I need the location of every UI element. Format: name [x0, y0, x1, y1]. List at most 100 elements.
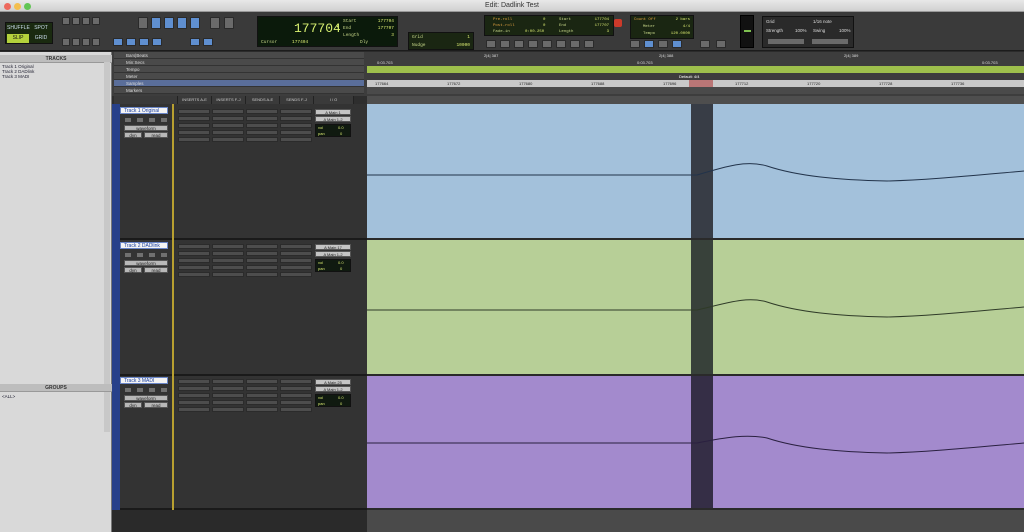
meter-lane[interactable]: Default: 4/4 [367, 73, 1024, 80]
sel-start-value[interactable]: 177704 [378, 19, 394, 24]
insert-slot[interactable] [212, 137, 244, 142]
audio-clip[interactable] [367, 104, 1024, 240]
insert-slot[interactable] [178, 258, 210, 263]
insert-slot[interactable] [178, 386, 210, 391]
zoom-preset-2[interactable] [72, 38, 80, 46]
insert-slot[interactable] [178, 123, 210, 128]
bars-beats-lane[interactable]: 2|4| 387 2|4| 388 2|4| 389 [367, 52, 1024, 59]
insert-slot[interactable] [280, 123, 312, 128]
tempo-label[interactable]: Tempo [643, 32, 655, 36]
view-selector[interactable]: waveform [124, 395, 168, 401]
solo-button[interactable] [148, 252, 156, 258]
group-list-item[interactable]: <ALL> [2, 394, 108, 399]
insert-slot[interactable] [280, 251, 312, 256]
smart-tool-icon[interactable] [190, 17, 200, 29]
scrubber-tool-icon[interactable] [210, 17, 220, 29]
mode-grid[interactable]: GRID [30, 34, 52, 43]
insert-slot[interactable] [212, 109, 244, 114]
insert-slot[interactable] [280, 130, 312, 135]
audio-clip[interactable] [367, 240, 1024, 376]
horizontal-scroll-area[interactable] [367, 510, 1024, 532]
waveform-zoom-button[interactable] [82, 17, 90, 25]
link-track-icon[interactable] [139, 38, 149, 46]
preroll-label[interactable]: Pre-roll [493, 18, 512, 22]
insert-slot[interactable] [246, 379, 278, 384]
view-selector[interactable]: waveform [124, 125, 168, 131]
ruler-markers[interactable]: Markers [114, 87, 364, 94]
insert-slot[interactable] [280, 393, 312, 398]
ruler-bars-beats[interactable]: Bars|Beats [114, 52, 364, 59]
insert-slot[interactable] [246, 386, 278, 391]
mirror-midi-icon[interactable] [152, 38, 162, 46]
delay-compensation-label[interactable]: Dly [360, 40, 368, 45]
selector-tool-icon[interactable] [164, 17, 174, 29]
insert-slot[interactable] [280, 258, 312, 263]
input-selector[interactable]: A Main 1 [315, 109, 351, 115]
sends-ae-header[interactable]: SENDS A-E [246, 96, 280, 104]
groove-settings-button[interactable] [811, 38, 849, 45]
samples-lane[interactable]: 177664 177672 177680 177688 177696 17771… [367, 80, 1024, 87]
zoom-out-button[interactable] [62, 17, 70, 25]
insert-slot[interactable] [178, 265, 210, 270]
output-selector[interactable]: A Main 1-2 [315, 116, 351, 122]
pencil-tool-icon[interactable] [224, 17, 234, 29]
insert-slot[interactable] [246, 244, 278, 249]
insert-slot[interactable] [280, 272, 312, 277]
insert-slot[interactable] [246, 407, 278, 412]
insert-slot[interactable] [178, 109, 210, 114]
insert-slot[interactable] [246, 137, 278, 142]
insert-slot[interactable] [178, 407, 210, 412]
grid-value[interactable]: 1 [467, 35, 470, 40]
zoom-preset-1[interactable] [62, 38, 70, 46]
zoomer-tool-icon[interactable] [138, 17, 148, 29]
insert-slot[interactable] [212, 244, 244, 249]
insert-slot[interactable] [246, 116, 278, 121]
track-name-field[interactable]: Track 2 DADlink [120, 242, 168, 249]
automation-mode-selector[interactable]: read [144, 132, 168, 138]
solo-button[interactable] [148, 387, 156, 393]
input-selector[interactable]: A Main 17 [315, 244, 351, 250]
swing-value[interactable]: 100% [839, 28, 851, 33]
tracks-scrollbar[interactable] [104, 62, 110, 432]
sel-length-value[interactable]: 3 [391, 33, 394, 38]
transport-length-value[interactable]: 3 [607, 30, 609, 34]
online-button[interactable] [486, 40, 496, 48]
insert-slot[interactable] [212, 379, 244, 384]
audio-clip[interactable] [367, 376, 1024, 510]
record-mode-icon[interactable] [716, 40, 726, 48]
insert-slot[interactable] [212, 272, 244, 277]
input-monitor-button[interactable] [136, 387, 144, 393]
main-counter-value[interactable]: 177704 [294, 21, 341, 36]
dyn-button[interactable]: dyn [124, 267, 142, 273]
insert-slot[interactable] [178, 379, 210, 384]
conductor-icon[interactable] [672, 40, 682, 48]
groups-list-header[interactable]: GROUPS [0, 384, 112, 392]
selection-marker-icon[interactable] [689, 80, 713, 87]
fadein-value[interactable]: 0:00.250 [525, 30, 544, 34]
transport-start-value[interactable]: 177704 [595, 18, 609, 22]
insert-slot[interactable] [212, 258, 244, 263]
insert-slot[interactable] [212, 386, 244, 391]
io-header[interactable]: I / O [314, 96, 354, 104]
input-monitor-button[interactable] [136, 252, 144, 258]
tempo-lane[interactable] [367, 66, 1024, 73]
insertion-follows-playback-icon[interactable] [203, 38, 213, 46]
insert-slot[interactable] [212, 393, 244, 398]
groove-grid-value[interactable]: 1/16 note [813, 19, 832, 24]
insert-slot[interactable] [178, 116, 210, 121]
automation-mode-selector[interactable]: read [144, 402, 168, 408]
track-list-item[interactable]: Track 3 MADI [2, 74, 108, 79]
sel-end-value[interactable]: 177707 [378, 26, 394, 31]
tempo-value[interactable]: 120.0000 [671, 32, 690, 36]
insert-slot[interactable] [178, 400, 210, 405]
zoom-preset-3[interactable] [82, 38, 90, 46]
trim-tool-icon[interactable] [151, 17, 161, 29]
mute-button[interactable] [160, 117, 168, 123]
insert-slot[interactable] [246, 109, 278, 114]
insert-slot[interactable] [178, 393, 210, 398]
insert-slot[interactable] [212, 116, 244, 121]
zoom-preset-4[interactable] [92, 38, 100, 46]
pan-value[interactable]: 0 [340, 266, 342, 272]
insert-slot[interactable] [212, 400, 244, 405]
mute-button[interactable] [160, 387, 168, 393]
